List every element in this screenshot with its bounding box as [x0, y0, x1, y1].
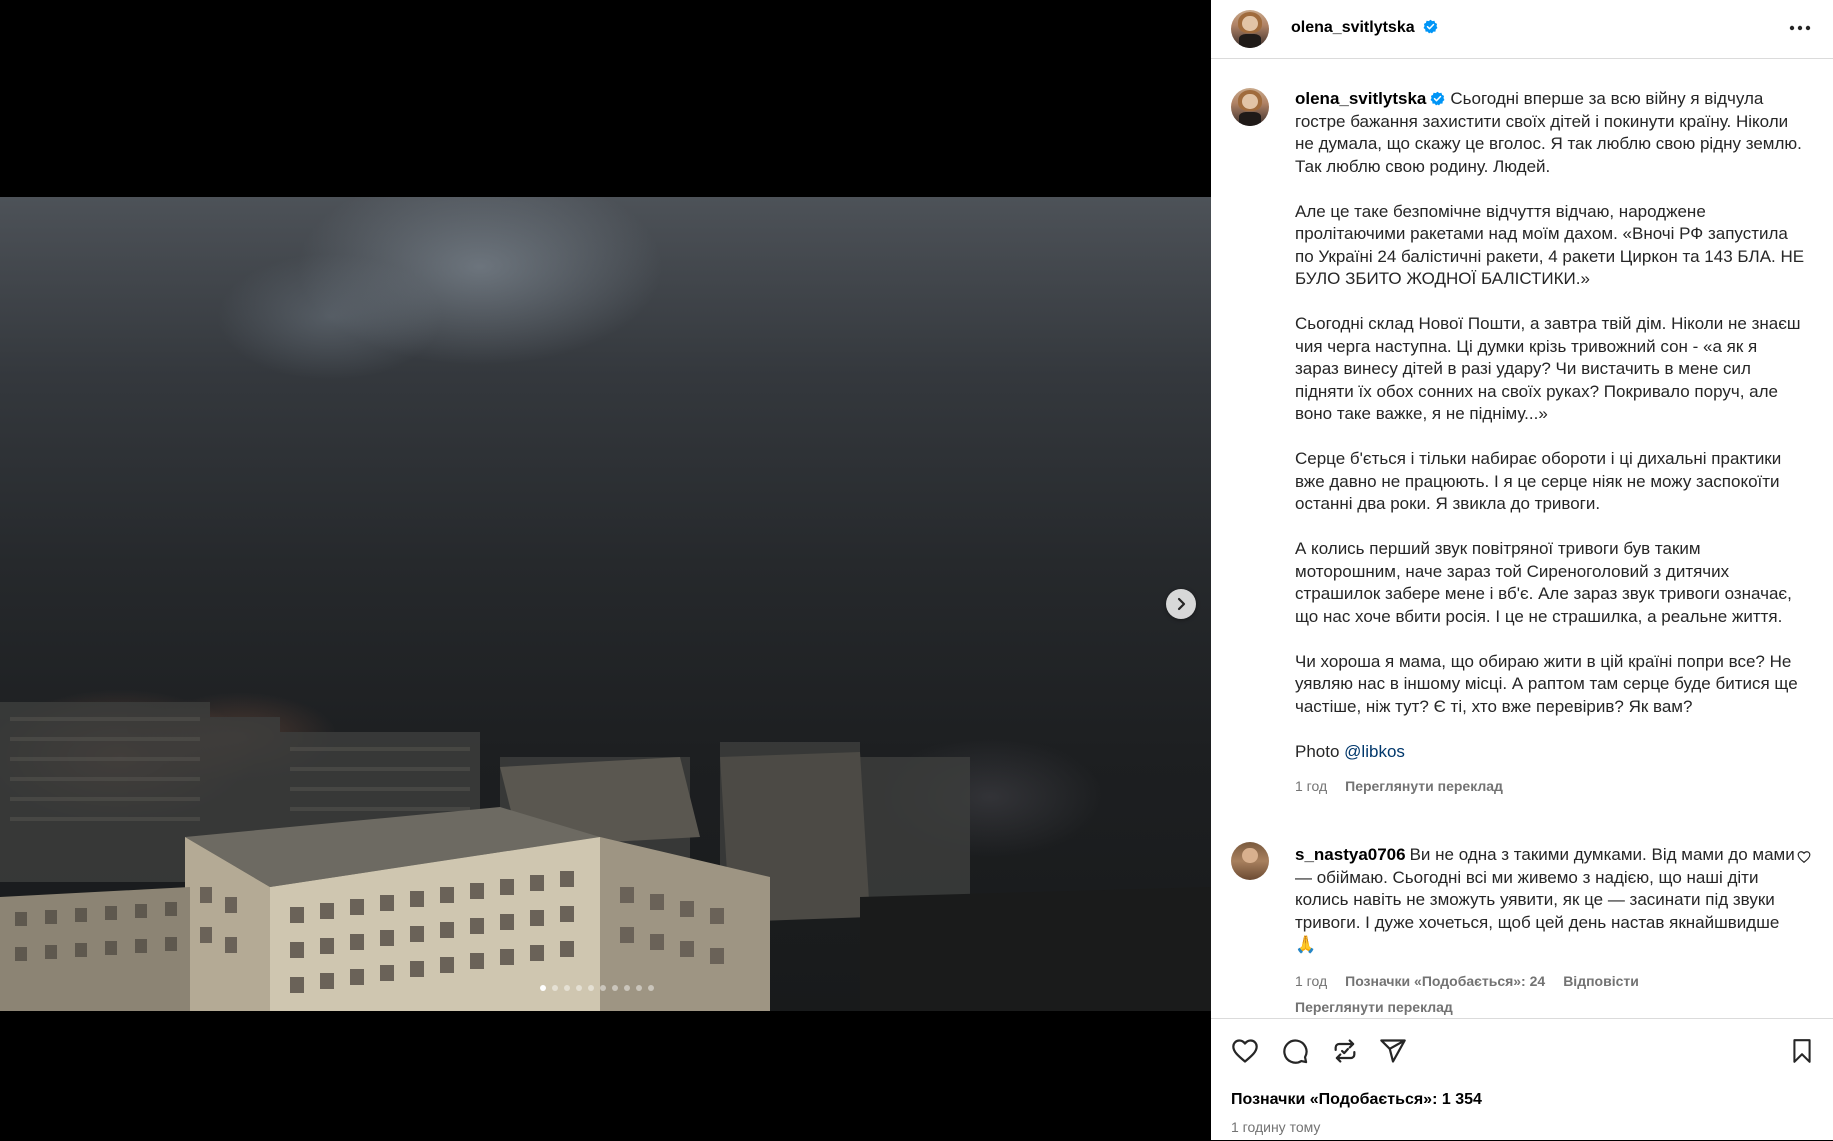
- comment-translate-link[interactable]: Переглянути переклад: [1295, 999, 1453, 1015]
- photo-credit-label: Photo: [1295, 741, 1340, 761]
- caption-time: 1 год: [1295, 778, 1328, 794]
- comment-item: s_nastya0706 Ви не одна з такими думками.…: [1295, 844, 1795, 1018]
- carousel-dot: [612, 985, 618, 991]
- caption-paragraph: Але це таке безпомічне відчуття відчаю, …: [1295, 201, 1805, 289]
- comments-section: olena_svitlytska Сьогодні вперше за всю в…: [1211, 58, 1833, 1018]
- post-photo[interactable]: [0, 197, 1211, 1011]
- comment-like-icon[interactable]: [1797, 850, 1811, 864]
- more-icon[interactable]: [1787, 18, 1813, 38]
- comment-reply-button[interactable]: Відповісти: [1563, 973, 1639, 989]
- send-icon[interactable]: [1379, 1037, 1407, 1065]
- caption-paragraph: olena_svitlytska Сьогодні вперше за всю в…: [1295, 88, 1805, 178]
- post-likes-count[interactable]: Позначки «Подобається»: 1 354: [1231, 1091, 1482, 1109]
- author-avatar[interactable]: [1231, 10, 1269, 48]
- carousel-indicator: [540, 985, 654, 991]
- post-side-panel: olena_svitlytska olena_svitlytska Сьогодн…: [1211, 0, 1833, 1140]
- caption-paragraph: Сьогодні склад Нової Пошти, а завтра тві…: [1295, 314, 1801, 423]
- post-actions: Позначки «Подобається»: 1 354 1 годину т…: [1211, 1018, 1833, 1141]
- post-header: olena_svitlytska: [1211, 0, 1833, 59]
- carousel-dot: [576, 985, 582, 991]
- city-skyline-illustration: [0, 702, 1211, 1011]
- carousel-dot: [636, 985, 642, 991]
- comment-likes[interactable]: Позначки «Подобається»: 24: [1345, 973, 1545, 989]
- commenter-username[interactable]: s_nastya0706: [1295, 845, 1406, 864]
- photo-credit-mention[interactable]: @libkos: [1344, 742, 1405, 761]
- author-name-row: olena_svitlytska: [1291, 19, 1438, 37]
- caption-paragraph: А колись перший звук повітряної тривоги …: [1295, 539, 1792, 626]
- carousel-dot: [648, 985, 654, 991]
- commenter-avatar[interactable]: [1231, 842, 1269, 880]
- photo-credit: Photo @libkos: [1295, 741, 1805, 764]
- verified-badge-icon: [1423, 19, 1438, 34]
- chevron-right-icon: [1177, 597, 1186, 611]
- comment-meta: 1 год Позначки «Подобається»: 24 Відповіст…: [1295, 970, 1795, 993]
- caption-paragraph: Чи хороша я мама, що обираю жити в цій к…: [1295, 651, 1798, 716]
- caption-meta: 1 год Переглянути переклад: [1295, 775, 1805, 798]
- carousel-dot: [600, 985, 606, 991]
- verified-badge-icon: [1430, 91, 1445, 106]
- carousel-dot: [588, 985, 594, 991]
- post-timestamp: 1 годину тому: [1231, 1119, 1321, 1135]
- caption-author-username[interactable]: olena_svitlytska: [1295, 89, 1426, 108]
- post-caption: olena_svitlytska Сьогодні вперше за всю в…: [1295, 88, 1805, 798]
- carousel-dot: [552, 985, 558, 991]
- repost-icon[interactable]: [1331, 1037, 1359, 1065]
- heart-icon[interactable]: [1231, 1037, 1259, 1065]
- caption-paragraph: Серце б'ється і тільки набирає обороти і…: [1295, 449, 1782, 513]
- comment-icon[interactable]: [1281, 1037, 1309, 1065]
- carousel-dot: [564, 985, 570, 991]
- carousel-dot: [540, 985, 546, 991]
- caption-translate-link[interactable]: Переглянути переклад: [1345, 778, 1503, 794]
- carousel-next-button[interactable]: [1166, 589, 1196, 619]
- author-username[interactable]: olena_svitlytska: [1291, 19, 1415, 36]
- comment-translate-row: Переглянути переклад: [1295, 996, 1795, 1018]
- caption-author-avatar[interactable]: [1231, 88, 1269, 126]
- comment-time: 1 год: [1295, 972, 1328, 989]
- bookmark-icon[interactable]: [1789, 1037, 1815, 1065]
- carousel-dot: [624, 985, 630, 991]
- post-media: [0, 0, 1211, 1140]
